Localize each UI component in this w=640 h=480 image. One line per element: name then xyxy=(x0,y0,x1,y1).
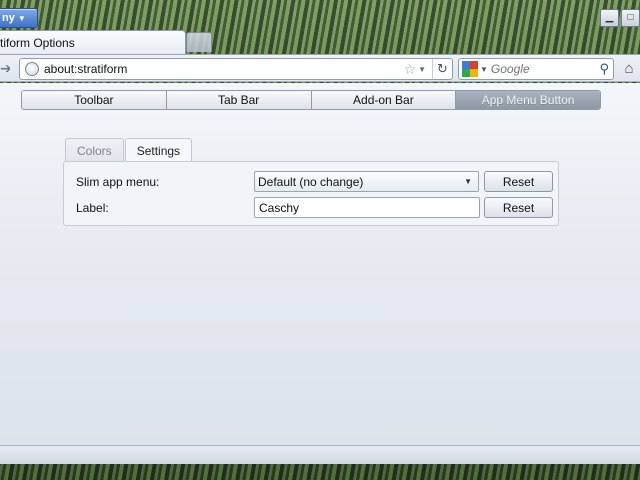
reload-icon[interactable]: ↻ xyxy=(432,59,452,79)
maximize-icon: □ xyxy=(627,12,634,23)
slim-menu-select[interactable]: Default (no change) ▼ xyxy=(254,171,479,192)
star-icon[interactable]: ☆ xyxy=(404,61,417,78)
magnifier-icon[interactable]: ⚲ xyxy=(599,61,609,77)
url-bar[interactable]: about:stratiform ☆ ▼ ↻ xyxy=(19,58,453,80)
chevron-down-icon[interactable]: ▼ xyxy=(480,65,488,74)
site-identity-icon[interactable] xyxy=(25,62,39,76)
label-field-label: Label: xyxy=(76,201,109,215)
slim-menu-row: Slim app menu: Default (no change) ▼ Res… xyxy=(64,171,558,193)
minimize-icon: ▁ xyxy=(605,12,614,23)
home-icon[interactable]: ⌂ xyxy=(620,60,638,78)
search-input[interactable] xyxy=(490,62,600,76)
section-tabs: Toolbar Tab Bar Add-on Bar App Menu Butt… xyxy=(21,90,601,110)
tab-app-menu-button[interactable]: App Menu Button xyxy=(456,91,600,109)
options-page: Toolbar Tab Bar Add-on Bar App Menu Butt… xyxy=(0,83,640,445)
tab-settings[interactable]: Settings xyxy=(124,138,193,162)
tab-add-on-bar[interactable]: Add-on Bar xyxy=(311,91,457,109)
chevron-down-icon[interactable]: ▼ xyxy=(418,65,426,74)
sub-tabs: Colors Settings xyxy=(65,138,193,162)
search-engine-icon[interactable] xyxy=(462,61,478,77)
add-on-bar xyxy=(0,445,640,464)
label-field[interactable] xyxy=(254,197,480,218)
label-row: Label: Reset xyxy=(64,197,558,219)
tab-toolbar[interactable]: Toolbar xyxy=(22,91,167,109)
tab-colors[interactable]: Colors xyxy=(65,138,124,162)
tab-strip: tiform Options xyxy=(0,30,640,54)
app-menu-label: ny xyxy=(2,12,15,24)
chevron-down-icon: ▼ xyxy=(17,13,26,23)
minimize-button[interactable]: ▁ xyxy=(600,9,619,27)
app-menu-button[interactable]: ny ▼ xyxy=(0,8,38,28)
slim-menu-value: Default (no change) xyxy=(258,175,364,189)
chevron-down-icon: ▼ xyxy=(464,177,472,186)
tab-label: tiform Options xyxy=(0,36,75,50)
reset-slim-menu-button[interactable]: Reset xyxy=(484,171,553,192)
back-icon[interactable]: ➔ xyxy=(0,61,10,75)
maximize-button[interactable]: □ xyxy=(621,9,640,27)
url-text[interactable]: about:stratiform xyxy=(44,62,404,76)
new-tab-button[interactable] xyxy=(186,32,212,52)
search-bar[interactable]: ▼ ⚲ xyxy=(458,58,614,80)
window-controls: ▁ □ xyxy=(600,9,640,27)
tab-tab-bar[interactable]: Tab Bar xyxy=(166,91,312,109)
settings-panel: Slim app menu: Default (no change) ▼ Res… xyxy=(63,161,559,226)
slim-menu-label: Slim app menu: xyxy=(76,175,160,189)
navigation-bar: ➔ about:stratiform ☆ ▼ ↻ ▼ ⚲ ⌂ xyxy=(0,54,640,82)
reset-label-button[interactable]: Reset xyxy=(484,197,553,218)
tab-stratiform-options[interactable]: tiform Options xyxy=(0,30,186,54)
